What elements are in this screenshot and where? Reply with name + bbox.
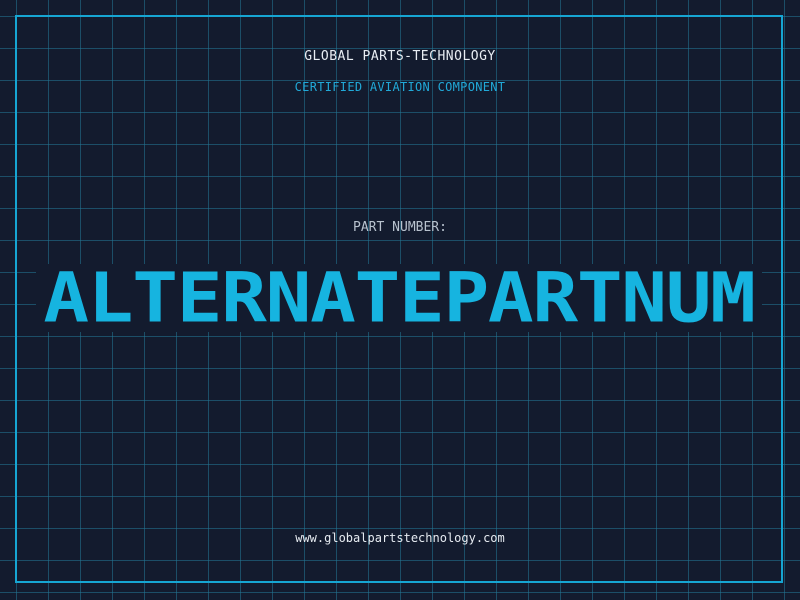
certification-tagline: CERTIFIED AVIATION COMPONENT bbox=[294, 80, 506, 94]
company-name: GLOBAL PARTS-TECHNOLOGY bbox=[304, 49, 496, 64]
website-url: www.globalpartstechnology.com bbox=[295, 531, 505, 545]
part-number-panel: ALTERNATEPARTNUM bbox=[36, 257, 762, 338]
part-number-value: ALTERNATEPARTNUM bbox=[43, 257, 756, 338]
part-label-card: GLOBAL PARTS-TECHNOLOGY CERTIFIED AVIATI… bbox=[0, 0, 800, 600]
part-number-label: PART NUMBER: bbox=[353, 220, 447, 235]
